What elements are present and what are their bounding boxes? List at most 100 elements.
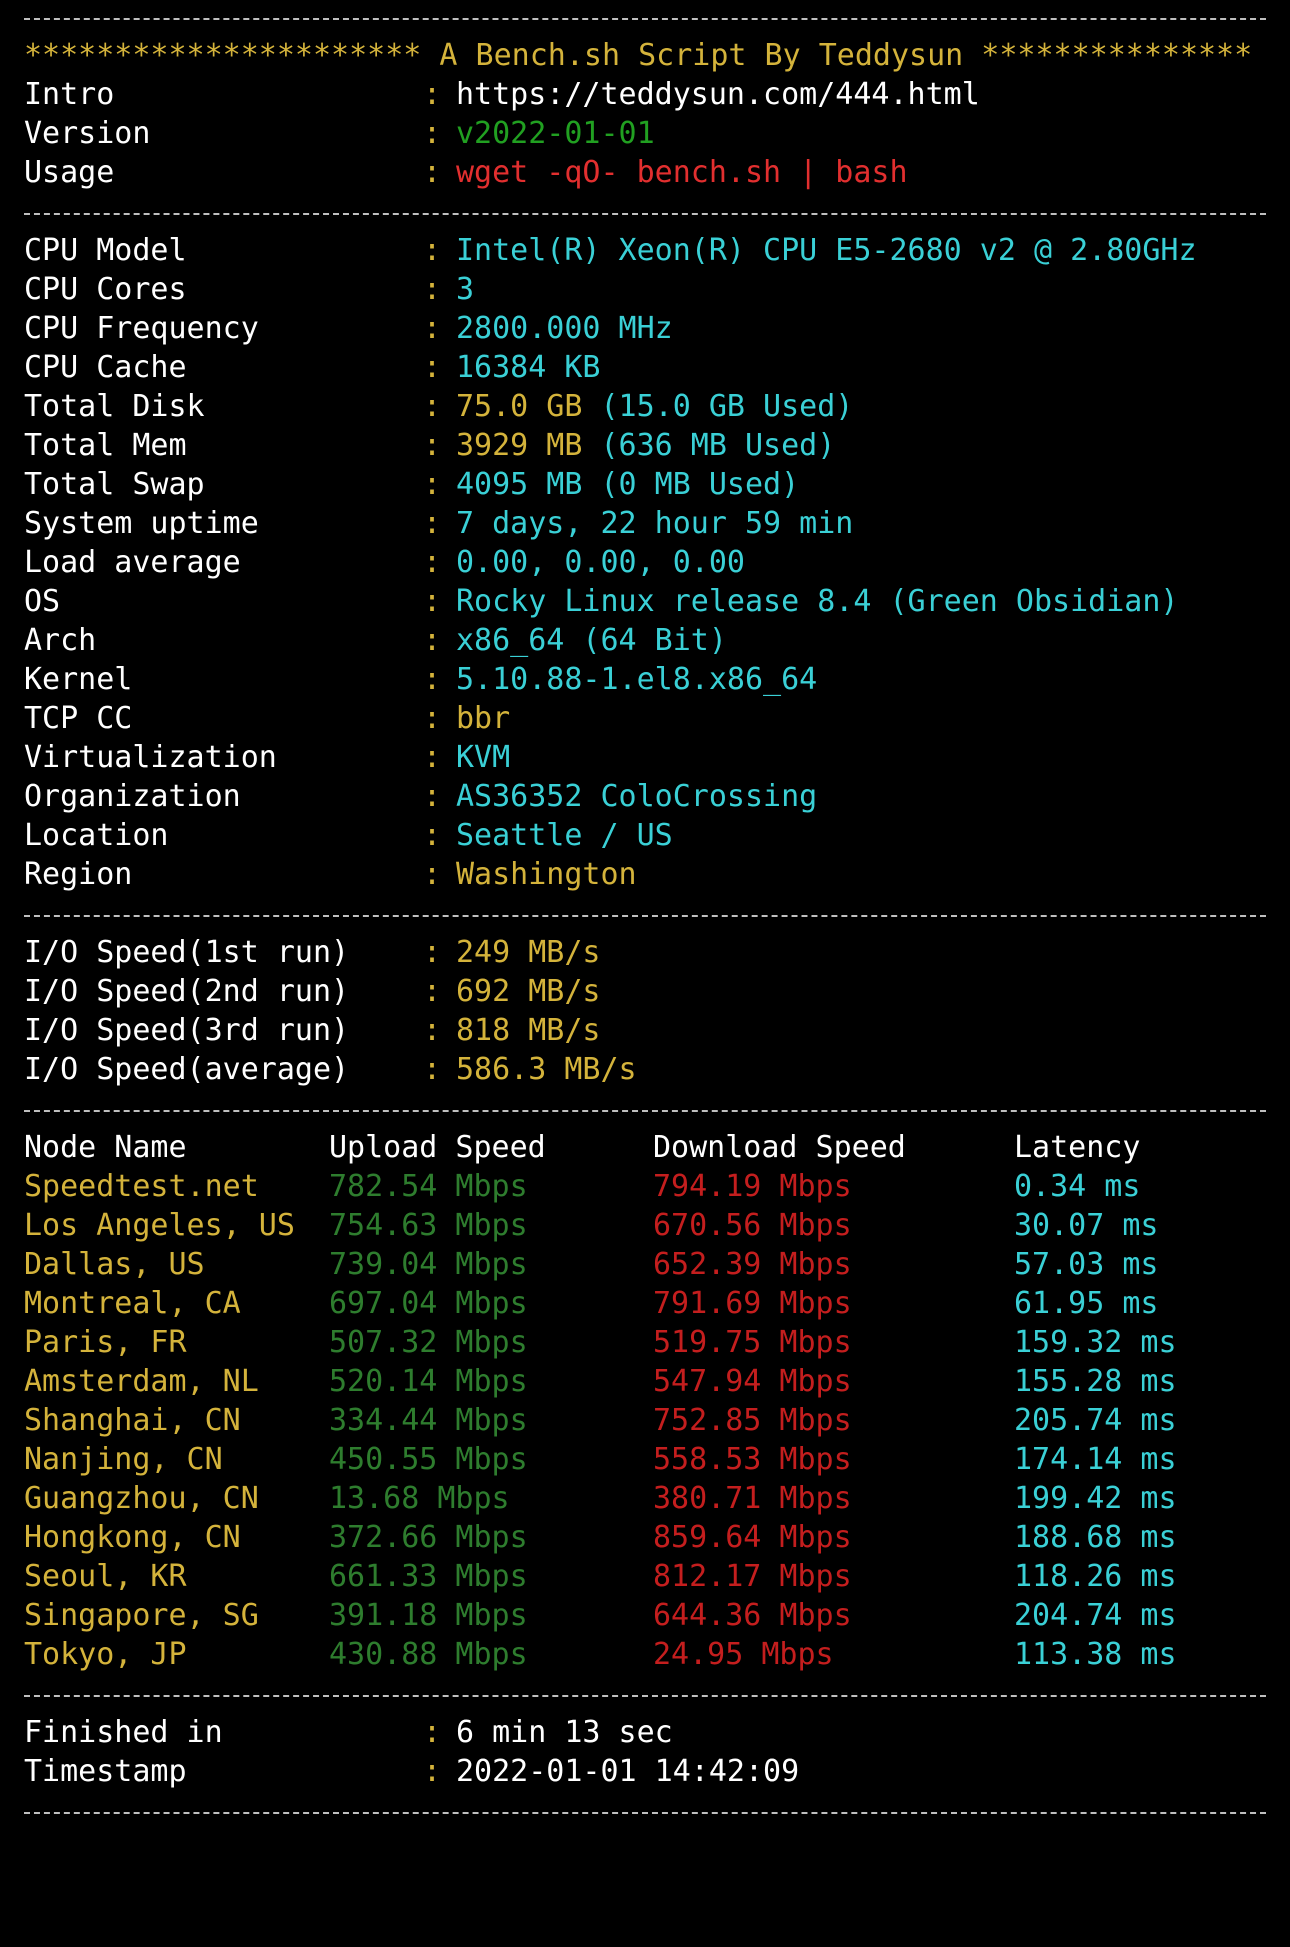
sysinfo-key: CPU Cores bbox=[24, 272, 187, 307]
io-value: 818 MB/s bbox=[456, 1013, 601, 1048]
column-header-upload: Upload Speed bbox=[329, 1130, 546, 1165]
sysinfo-key: System uptime bbox=[24, 506, 259, 541]
io-key: I/O Speed(average) bbox=[24, 1052, 350, 1087]
upload-speed: 391.18 Mbps bbox=[329, 1598, 528, 1633]
sysinfo-key: Arch bbox=[24, 623, 97, 658]
mem-used: (636 MB Used) bbox=[600, 428, 836, 463]
colon-separator: : bbox=[423, 584, 442, 619]
colon-separator: : bbox=[423, 1715, 442, 1750]
colon-separator: : bbox=[423, 818, 442, 853]
intro-url: https://teddysun.com/444.html bbox=[456, 77, 980, 112]
sysinfo-key: OS bbox=[24, 584, 61, 619]
separator-line bbox=[24, 213, 1266, 215]
sysinfo-key: Total Mem bbox=[24, 428, 187, 463]
latency: 30.07 ms bbox=[1014, 1208, 1159, 1243]
separator-line bbox=[24, 18, 1266, 20]
io-row: I/O Speed(average) : 586.3 MB/s bbox=[24, 1050, 637, 1089]
sysinfo-key: Virtualization bbox=[24, 740, 277, 775]
sysinfo-value: 0.00, 0.00, 0.00 bbox=[456, 545, 745, 580]
node-name: Shanghai, CN bbox=[24, 1403, 241, 1438]
colon-separator: : bbox=[423, 623, 442, 658]
sysinfo-row: Location : Seattle / US bbox=[24, 816, 673, 855]
sysinfo-value: 2800.000 MHz bbox=[456, 311, 673, 346]
colon-separator: : bbox=[423, 155, 442, 190]
sysinfo-value: 3 bbox=[456, 272, 475, 307]
disk-total: 75.0 GB bbox=[456, 389, 583, 424]
upload-speed: 697.04 Mbps bbox=[329, 1286, 528, 1321]
sysinfo-value: 4095 MB (0 MB Used) bbox=[456, 467, 800, 502]
latency: 113.38 ms bbox=[1014, 1637, 1177, 1672]
disk-used: (15.0 GB Used) bbox=[600, 389, 854, 424]
sysinfo-row: CPU Model : Intel(R) Xeon(R) CPU E5-2680… bbox=[24, 231, 1197, 270]
version-row: Version : v2022-01-01 bbox=[24, 114, 655, 153]
io-value: 692 MB/s bbox=[456, 974, 601, 1009]
footer-key: Timestamp bbox=[24, 1754, 187, 1789]
colon-separator: : bbox=[423, 506, 442, 541]
footer-row: Finished in : 6 min 13 sec bbox=[24, 1713, 673, 1752]
speedtest-row: Speedtest.net 782.54 Mbps 794.19 Mbps 0.… bbox=[24, 1167, 1140, 1206]
node-name: Nanjing, CN bbox=[24, 1442, 223, 1477]
column-header-node: Node Name bbox=[24, 1130, 187, 1165]
upload-speed: 782.54 Mbps bbox=[329, 1169, 528, 1204]
download-speed: 812.17 Mbps bbox=[653, 1559, 852, 1594]
latency: 204.74 ms bbox=[1014, 1598, 1177, 1633]
colon-separator: : bbox=[423, 1052, 442, 1087]
speedtest-row: Guangzhou, CN 13.68 Mbps 380.71 Mbps 199… bbox=[24, 1479, 1177, 1518]
sysinfo-key: CPU Frequency bbox=[24, 311, 259, 346]
latency: 188.68 ms bbox=[1014, 1520, 1177, 1555]
io-key: I/O Speed(3rd run) bbox=[24, 1013, 350, 1048]
footer-row: Timestamp : 2022-01-01 14:42:09 bbox=[24, 1752, 799, 1791]
sysinfo-value: x86_64 (64 Bit) bbox=[456, 623, 727, 658]
sysinfo-row: CPU Cores : 3 bbox=[24, 270, 474, 309]
mem-total: 3929 MB bbox=[456, 428, 583, 463]
colon-separator: : bbox=[423, 389, 442, 424]
sysinfo-row: OS : Rocky Linux release 8.4 (Green Obsi… bbox=[24, 582, 1178, 621]
usage-command: wget -qO- bench.sh | bash bbox=[456, 155, 908, 190]
upload-speed: 450.55 Mbps bbox=[329, 1442, 528, 1477]
intro-key: Intro bbox=[24, 77, 115, 112]
usage-key: Usage bbox=[24, 155, 115, 190]
colon-separator: : bbox=[423, 467, 442, 502]
colon-separator: : bbox=[423, 116, 442, 151]
colon-separator: : bbox=[423, 272, 442, 307]
sysinfo-key: Total Disk bbox=[24, 389, 205, 424]
download-speed: 24.95 Mbps bbox=[653, 1637, 834, 1672]
node-name: Seoul, KR bbox=[24, 1559, 187, 1594]
sysinfo-key: Total Swap bbox=[24, 467, 205, 502]
sysinfo-value: 7 days, 22 hour 59 min bbox=[456, 506, 854, 541]
colon-separator: : bbox=[423, 1754, 442, 1789]
latency: 159.32 ms bbox=[1014, 1325, 1177, 1360]
upload-speed: 739.04 Mbps bbox=[329, 1247, 528, 1282]
sysinfo-value: Intel(R) Xeon(R) CPU E5-2680 v2 @ 2.80GH… bbox=[456, 233, 1197, 268]
footer-key: Finished in bbox=[24, 1715, 223, 1750]
sysinfo-value: bbr bbox=[456, 701, 511, 736]
colon-separator: : bbox=[423, 974, 442, 1009]
sysinfo-key: CPU Cache bbox=[24, 350, 187, 385]
latency: 61.95 ms bbox=[1014, 1286, 1159, 1321]
node-name: Speedtest.net bbox=[24, 1169, 259, 1204]
node-name: Paris, FR bbox=[24, 1325, 187, 1360]
download-speed: 791.69 Mbps bbox=[653, 1286, 852, 1321]
speedtest-row: Los Angeles, US 754.63 Mbps 670.56 Mbps … bbox=[24, 1206, 1159, 1245]
upload-speed: 754.63 Mbps bbox=[329, 1208, 528, 1243]
sysinfo-key: Location bbox=[24, 818, 169, 853]
sysinfo-row: Kernel : 5.10.88-1.el8.x86_64 bbox=[24, 660, 817, 699]
node-name: Los Angeles, US bbox=[24, 1208, 295, 1243]
column-header-download: Download Speed bbox=[653, 1130, 906, 1165]
colon-separator: : bbox=[423, 350, 442, 385]
separator-line bbox=[24, 915, 1266, 917]
latency: 174.14 ms bbox=[1014, 1442, 1177, 1477]
upload-speed: 372.66 Mbps bbox=[329, 1520, 528, 1555]
separator-line bbox=[24, 1812, 1266, 1814]
colon-separator: : bbox=[423, 545, 442, 580]
download-speed: 519.75 Mbps bbox=[653, 1325, 852, 1360]
speedtest-row: Tokyo, JP 430.88 Mbps 24.95 Mbps 113.38 … bbox=[24, 1635, 1177, 1674]
node-name: Guangzhou, CN bbox=[24, 1481, 259, 1516]
io-row: I/O Speed(3rd run) : 818 MB/s bbox=[24, 1011, 601, 1050]
upload-speed: 661.33 Mbps bbox=[329, 1559, 528, 1594]
colon-separator: : bbox=[423, 428, 442, 463]
speedtest-row: Dallas, US 739.04 Mbps 652.39 Mbps 57.03… bbox=[24, 1245, 1159, 1284]
upload-speed: 13.68 Mbps bbox=[329, 1481, 510, 1516]
colon-separator: : bbox=[423, 701, 442, 736]
colon-separator: : bbox=[423, 1013, 442, 1048]
